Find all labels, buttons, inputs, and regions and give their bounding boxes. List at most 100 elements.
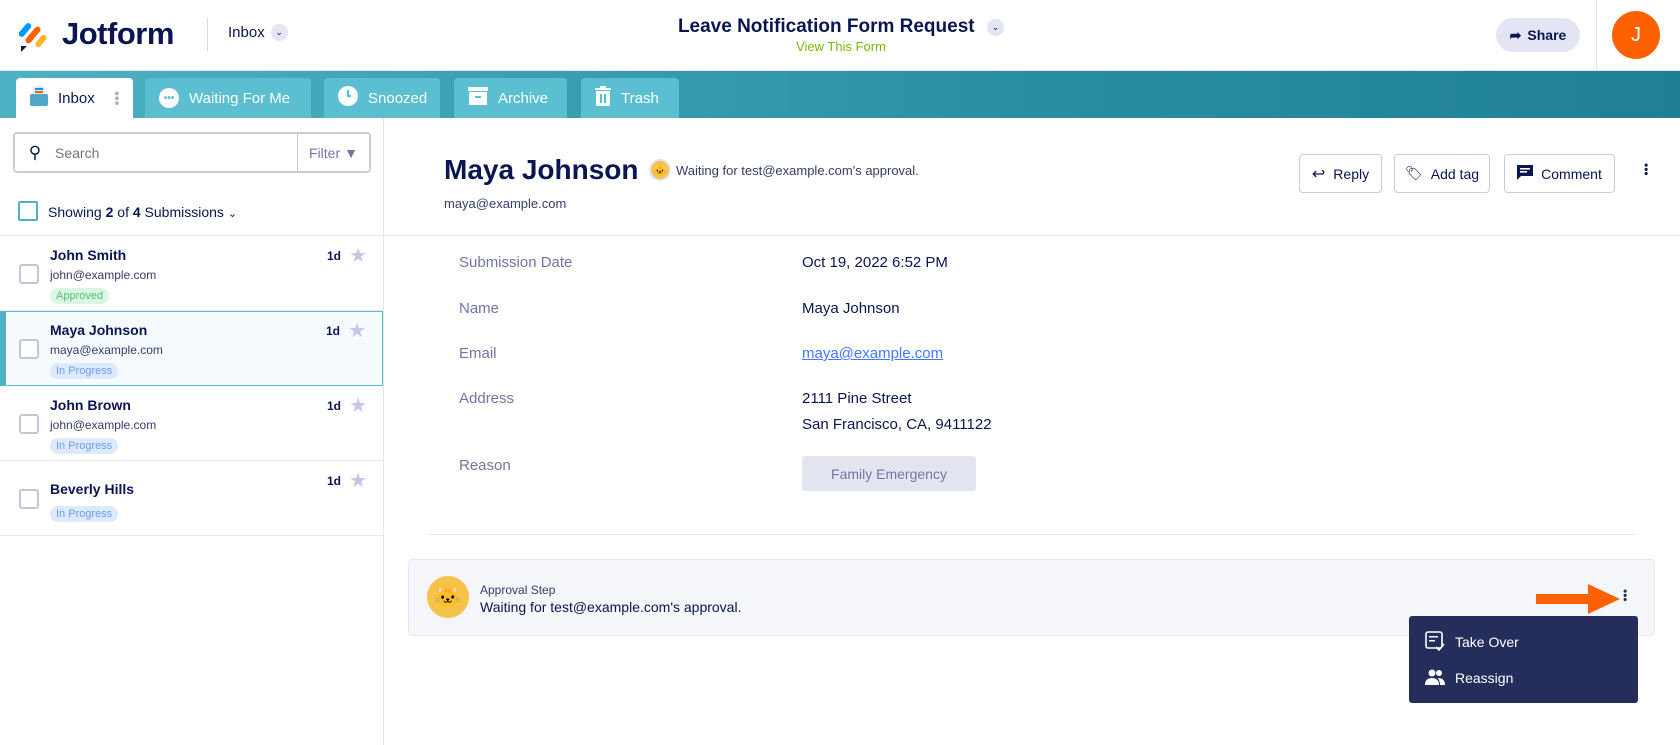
- menu-item-reassign[interactable]: Reassign: [1409, 660, 1638, 696]
- jotform-logo-icon: [18, 20, 49, 57]
- email-link[interactable]: maya@example.com: [802, 345, 943, 362]
- share-label: Share: [1527, 27, 1567, 43]
- inbox-icon: [30, 85, 48, 111]
- filter-label: Filter: [309, 144, 341, 161]
- field-value: Oct 19, 2022 6:52 PM: [802, 254, 948, 271]
- top-header: Jotform Inbox ⌄ Leave Notification Form …: [0, 0, 1680, 71]
- tab-bar: Inbox ••• ••• Waiting For Me Snoozed Arc…: [0, 71, 1680, 118]
- submission-list-panel: ⚲ Filter▼ Showing 2 of 4 Submissions ⌄ J…: [0, 118, 384, 745]
- tab-archive[interactable]: Archive: [454, 78, 567, 118]
- row-name: John Brown: [50, 397, 131, 413]
- tab-label: Snoozed: [368, 89, 428, 107]
- field-label: Reason: [459, 457, 511, 474]
- star-icon[interactable]: ★: [348, 318, 366, 343]
- share-arrow-icon: ➦: [1509, 26, 1522, 43]
- row-name: Maya Johnson: [50, 322, 148, 338]
- submission-row[interactable]: Beverly Hills In Progress 1d ★: [0, 461, 383, 536]
- comment-button[interactable]: Comment: [1504, 154, 1615, 193]
- field-value: 2111 Pine Street: [802, 390, 912, 407]
- search-icon: ⚲: [28, 142, 42, 162]
- showing-suffix: Submissions: [144, 204, 224, 220]
- status-badge: In Progress: [50, 363, 119, 379]
- comment-icon: [1517, 164, 1534, 183]
- trash-icon: [595, 86, 611, 110]
- inbox-dropdown[interactable]: Inbox ⌄: [228, 24, 288, 41]
- approver-avatar-icon: 🐱: [649, 159, 671, 181]
- filter-icon: ▼: [344, 144, 358, 161]
- field-label: Address: [459, 390, 515, 407]
- chevron-down-icon: ⌄: [227, 208, 238, 220]
- row-name: John Smith: [50, 247, 127, 263]
- search-box: ⚲ Filter▼: [13, 132, 371, 173]
- showing-total: 4: [132, 204, 141, 220]
- row-email: maya@example.com: [50, 343, 163, 357]
- filter-button[interactable]: Filter ▼: [297, 134, 369, 171]
- divider: [207, 18, 208, 51]
- detail-email: maya@example.com: [444, 196, 567, 211]
- chevron-down-icon: ⌄: [270, 24, 288, 41]
- row-checkbox[interactable]: [19, 339, 39, 359]
- tab-waiting-for-me[interactable]: ••• Waiting For Me: [145, 78, 311, 118]
- approval-dropdown-menu: Take Over Reassign: [1409, 616, 1638, 703]
- logo-text[interactable]: Jotform: [62, 16, 174, 52]
- more-circle-icon: •••: [159, 88, 179, 108]
- row-email: john@example.com: [50, 418, 157, 432]
- divider: [429, 534, 1635, 535]
- tab-inbox[interactable]: Inbox •••: [16, 78, 133, 118]
- more-vertical-icon[interactable]: •••: [110, 91, 126, 106]
- view-form-link[interactable]: View This Form: [741, 39, 941, 54]
- detail-status-text: Waiting for test@example.com's approval.: [676, 163, 919, 178]
- form-title[interactable]: Leave Notification Form Request: [678, 16, 975, 37]
- inbox-dropdown-label: Inbox: [228, 24, 265, 41]
- showing-prefix: Showing: [48, 204, 102, 220]
- add-tag-button[interactable]: 🏷 Add tag: [1394, 154, 1490, 193]
- star-icon[interactable]: ★: [349, 243, 367, 268]
- reason-pill: Family Emergency: [802, 456, 976, 491]
- row-checkbox[interactable]: [19, 414, 39, 434]
- row-name: Beverly Hills: [50, 481, 135, 497]
- menu-item-take-over[interactable]: Take Over: [1409, 624, 1638, 660]
- row-checkbox[interactable]: [19, 489, 39, 509]
- showing-count: 2: [105, 204, 114, 220]
- row-age: 1d: [325, 324, 340, 338]
- star-icon[interactable]: ★: [349, 468, 367, 493]
- menu-item-label: Take Over: [1455, 634, 1519, 650]
- approval-more-options-icon[interactable]: •••: [1618, 589, 1632, 602]
- chevron-down-icon[interactable]: ⌄: [987, 19, 1005, 36]
- add-tag-label: Add tag: [1430, 165, 1480, 182]
- submission-row-selected[interactable]: Maya Johnson maya@example.com In Progres…: [0, 311, 383, 386]
- comment-label: Comment: [1541, 165, 1602, 182]
- more-options-icon[interactable]: •••: [1639, 163, 1653, 176]
- tab-label: Archive: [498, 89, 549, 107]
- submission-row[interactable]: John Smith john@example.com Approved 1d …: [0, 236, 383, 311]
- showing-of: of: [117, 204, 129, 220]
- status-badge: In Progress: [50, 438, 119, 454]
- annotation-arrow-icon: [1536, 584, 1620, 619]
- submission-row[interactable]: John Brown john@example.com In Progress …: [0, 386, 383, 461]
- search-input[interactable]: [55, 134, 297, 171]
- star-icon[interactable]: ★: [349, 393, 367, 418]
- archive-icon: [468, 86, 488, 110]
- reply-icon: ↩: [1311, 165, 1326, 183]
- status-badge: In Progress: [50, 506, 119, 522]
- menu-item-label: Reassign: [1455, 670, 1514, 686]
- tab-snoozed[interactable]: Snoozed: [324, 78, 440, 118]
- tab-label: Inbox: [58, 89, 95, 107]
- showing-count-dropdown[interactable]: Showing 2 of 4 Submissions ⌄: [48, 204, 237, 220]
- select-all-checkbox[interactable]: [18, 201, 38, 221]
- clock-icon: [338, 86, 358, 110]
- row-checkbox[interactable]: [19, 264, 39, 284]
- tab-label: Trash: [621, 89, 659, 107]
- row-age: 1d: [326, 474, 341, 488]
- row-age: 1d: [326, 249, 341, 263]
- approval-text: Waiting for test@example.com's approval.: [480, 599, 742, 615]
- user-avatar[interactable]: J: [1612, 11, 1660, 59]
- share-button[interactable]: ➦ Share: [1496, 18, 1580, 52]
- reply-button[interactable]: ↩ Reply: [1299, 154, 1382, 193]
- status-badge: Approved: [50, 288, 110, 304]
- users-icon: [1425, 669, 1445, 688]
- field-label: Name: [459, 300, 500, 317]
- tab-trash[interactable]: Trash: [581, 78, 679, 118]
- divider: [1596, 0, 1597, 71]
- tag-icon: 🏷: [1404, 165, 1423, 181]
